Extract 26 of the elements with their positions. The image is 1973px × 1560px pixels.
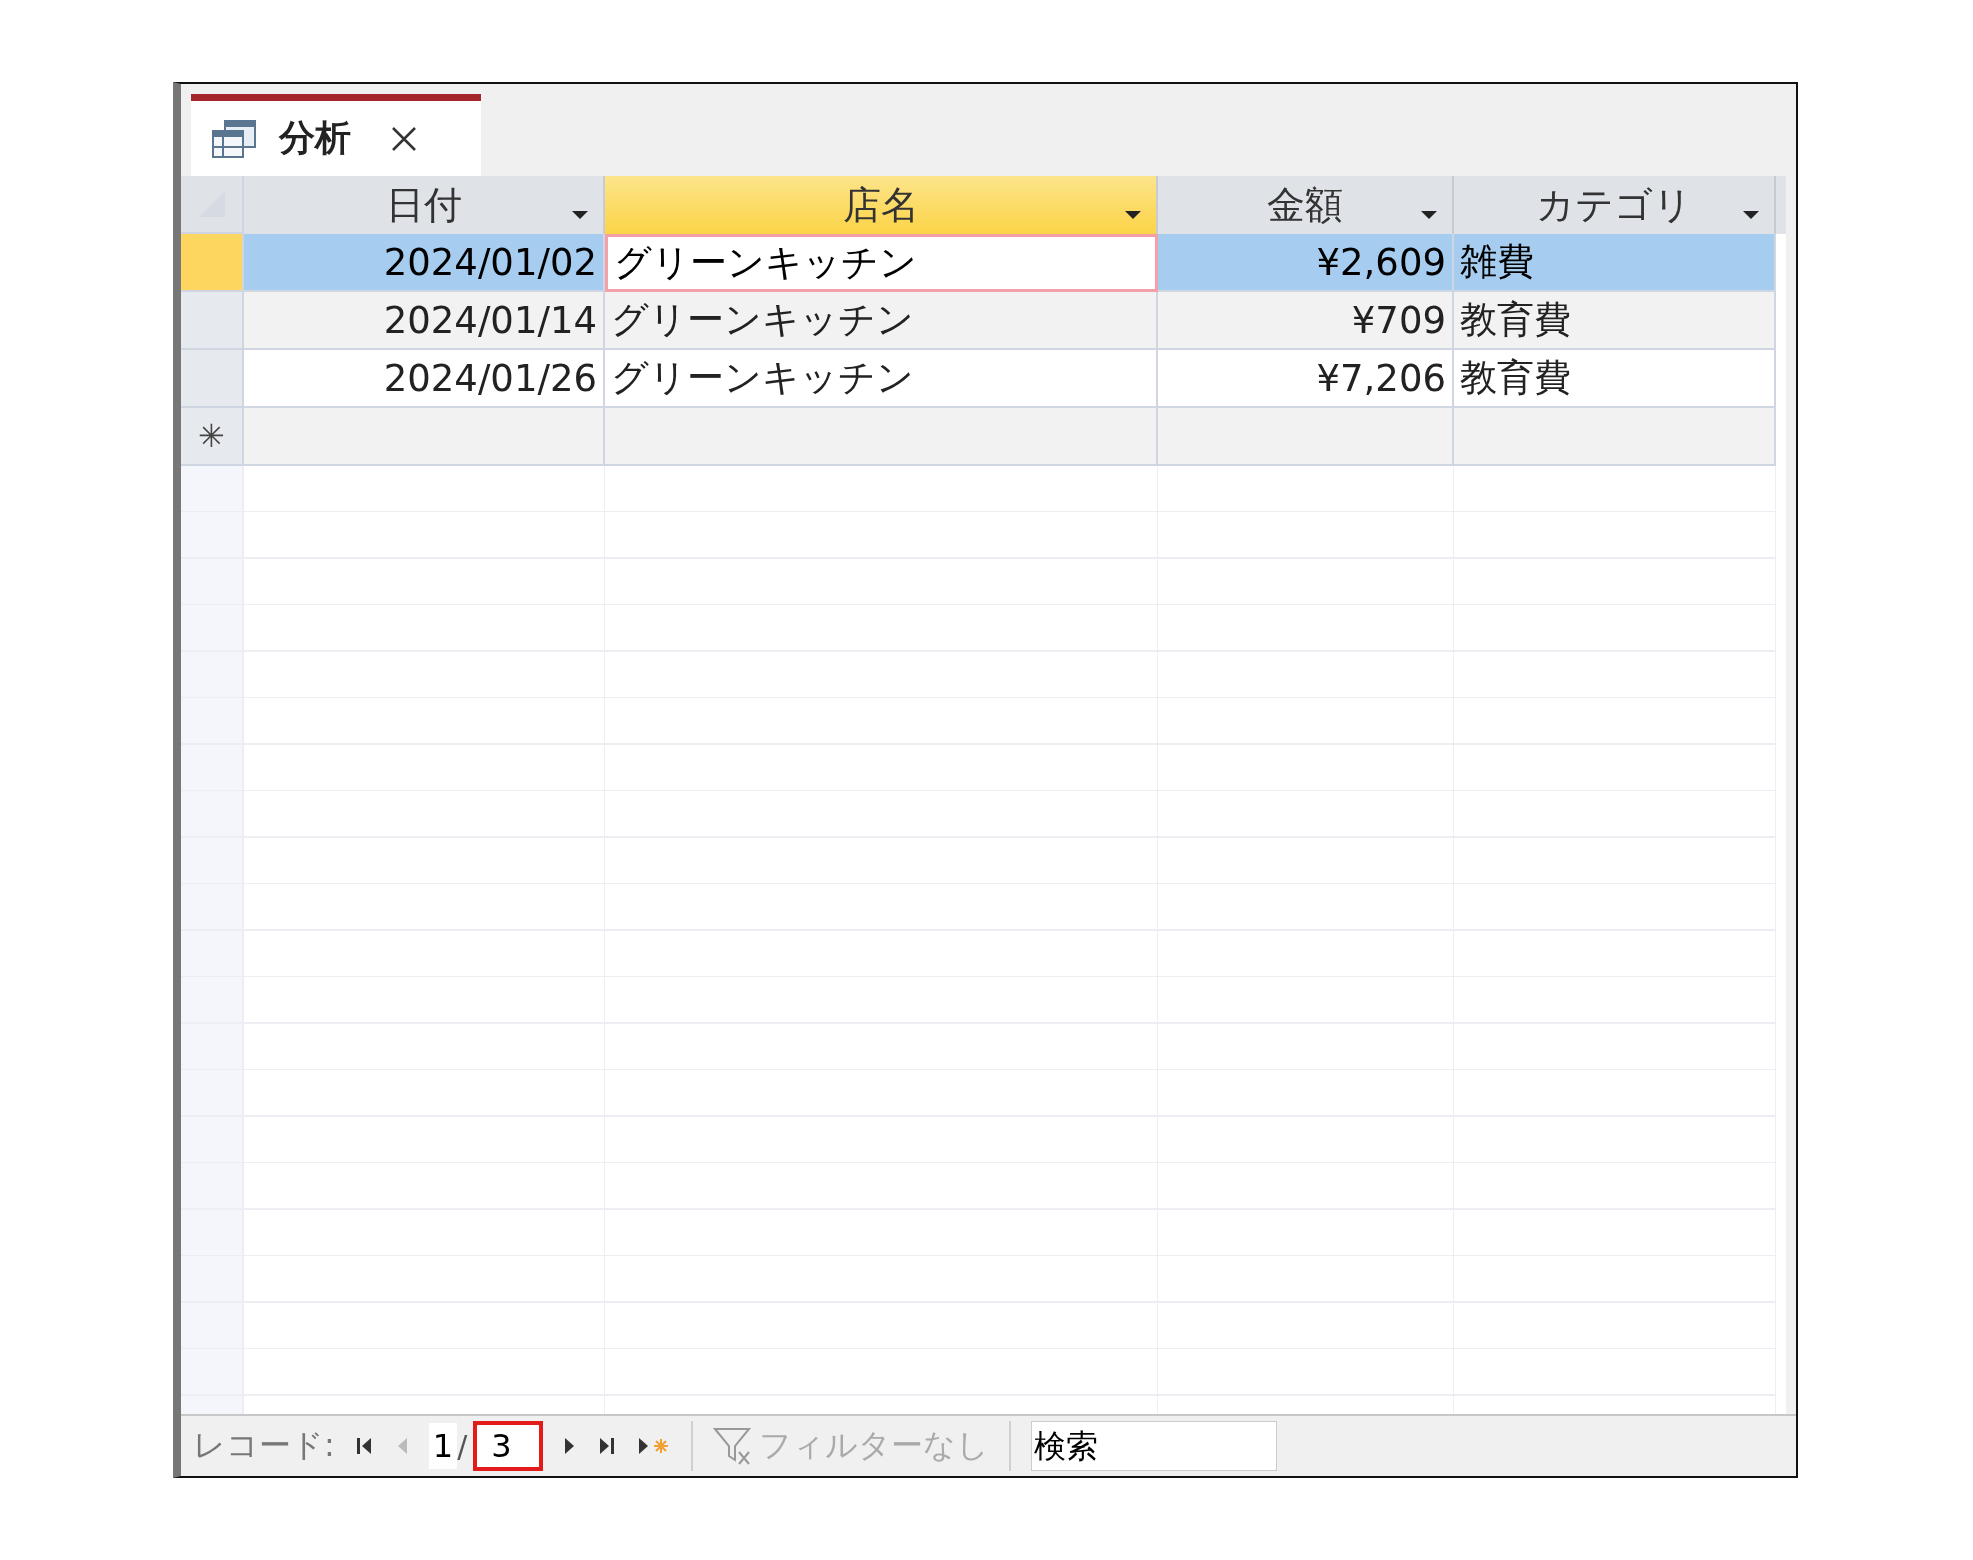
record-separator: / [457, 1428, 468, 1464]
search-field[interactable]: 検索 [1031, 1421, 1278, 1471]
table-icon [211, 118, 257, 159]
table-cell: グリーンキッチン [605, 234, 1158, 292]
table-cell: 2024/01/26 [244, 350, 605, 408]
column-header[interactable]: 店名 [605, 176, 1158, 234]
table-cell: 2024/01/02 [244, 234, 605, 292]
table-cell: グリーンキッチン [605, 350, 1158, 408]
table-cell: 雑費 [1454, 234, 1776, 292]
document-tab[interactable]: 分析 [191, 94, 481, 176]
table-cell: ¥709 [1158, 292, 1454, 350]
dropdown-arrow-icon[interactable] [1742, 210, 1760, 220]
record-total: 3 [473, 1421, 544, 1471]
dropdown-arrow-icon[interactable] [571, 210, 589, 220]
current-record-field[interactable]: 1 [428, 1423, 458, 1469]
table-cell: 教育費 [1454, 350, 1776, 408]
table-cell: 2024/01/14 [244, 292, 605, 350]
table-cell: 教育費 [1454, 292, 1776, 350]
table-cell: ¥2,609 [1158, 234, 1454, 292]
table-cell: ¥7,206 [1158, 350, 1454, 408]
dropdown-arrow-icon[interactable] [1420, 210, 1438, 220]
close-icon[interactable] [391, 125, 417, 152]
record-label: レコード: [193, 1425, 335, 1466]
new-record-marker: ✳ [181, 408, 244, 466]
dropdown-arrow-icon[interactable] [1124, 210, 1142, 220]
table-cell: グリーンキッチン [605, 292, 1158, 350]
